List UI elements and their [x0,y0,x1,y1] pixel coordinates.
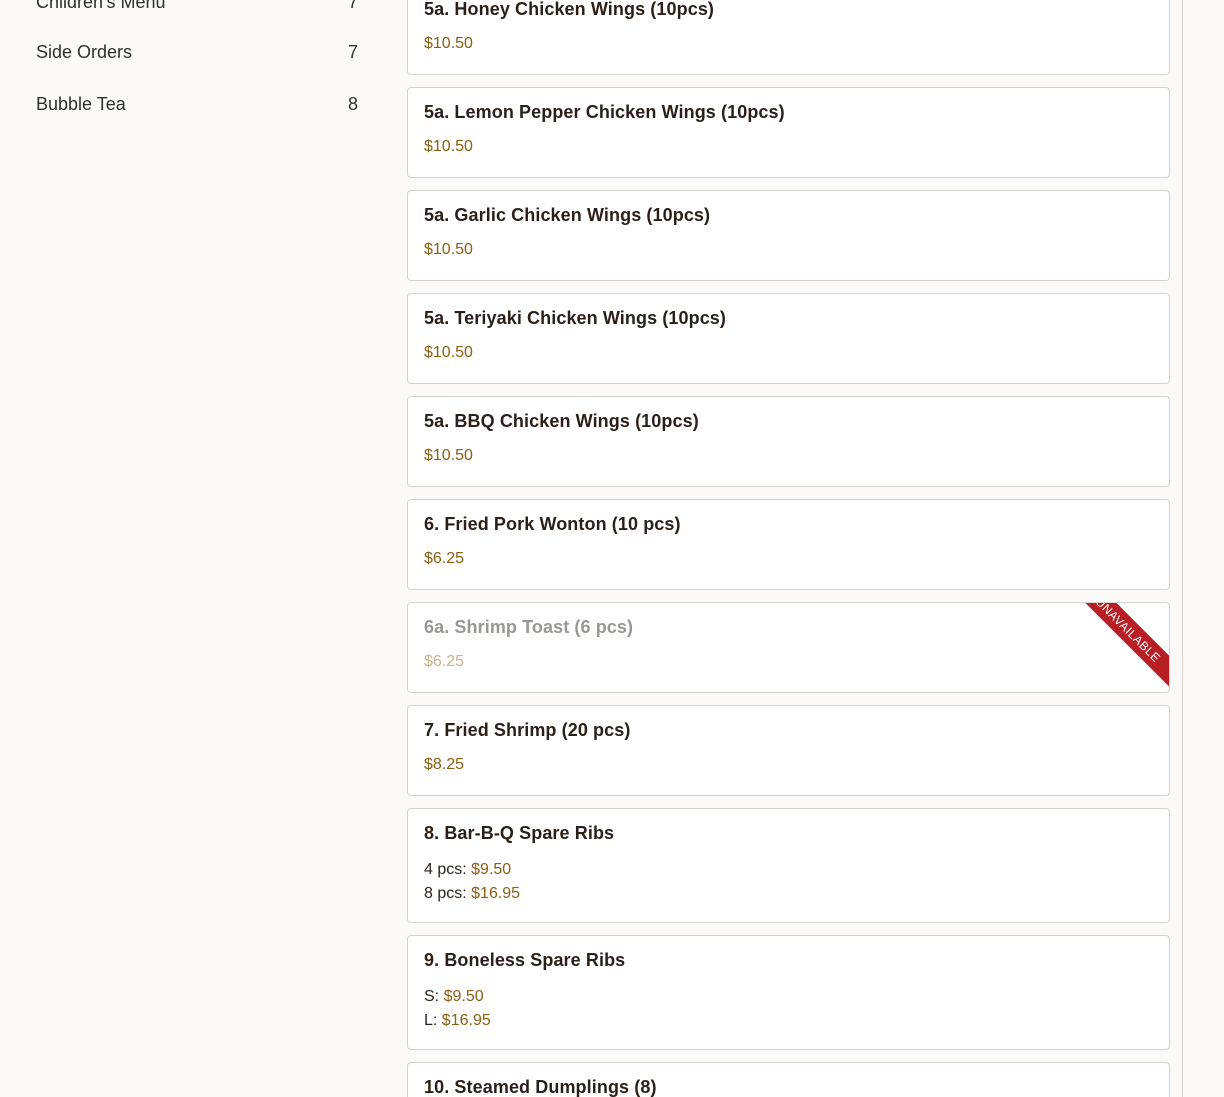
category-count: 7 [347,0,358,12]
option-label: 4 pcs: [424,861,467,878]
menu-item-card[interactable]: 8. Bar-B-Q Spare Ribs 4 pcs: $9.50 8 pcs… [407,808,1170,923]
option-label: S: [424,988,440,1005]
category-label: Children's Menu [36,0,166,12]
menu-item-card[interactable]: 5a. BBQ Chicken Wings (10pcs) $10.50 [407,396,1170,487]
menu-item-name: 6a. Shrimp Toast (6 pcs) [424,617,634,637]
category-label: Bubble Tea [36,93,126,114]
menu-item-card-unavailable[interactable]: 6a. Shrimp Toast (6 pcs) $6.25 UNAVAILAB… [407,602,1170,693]
menu-item-card[interactable]: 10. Steamed Dumplings (8) [407,1062,1170,1097]
menu-item-card[interactable]: 5a. Teriyaki Chicken Wings (10pcs) $10.5… [407,293,1170,384]
menu-item-name: 5a. Garlic Chicken Wings (10pcs) [424,205,711,225]
option-price: $9.50 [471,861,512,878]
option-price: $9.50 [443,988,484,1005]
menu-item-price: $10.50 [424,344,473,361]
category-bubble-tea[interactable]: Bubble Tea 8 [36,89,358,119]
category-side-orders[interactable]: Side Orders 7 [36,37,358,67]
category-label: Side Orders [36,41,133,62]
menu-item-option: L: $16.95 [424,1012,491,1030]
menu-item-price: $10.50 [424,241,473,258]
menu-item-price: $6.25 [424,653,465,670]
menu-item-card[interactable]: 7. Fried Shrimp (20 pcs) $8.25 [407,705,1170,796]
menu-item-name: 8. Bar-B-Q Spare Ribs [424,823,615,843]
unavailable-ribbon: UNAVAILABLE [1067,603,1169,691]
menu-item-name: 9. Boneless Spare Ribs [424,950,626,970]
menu-item-name: 5a. Honey Chicken Wings (10pcs) [424,0,715,19]
menu-item-name: 5a. Lemon Pepper Chicken Wings (10pcs) [424,102,785,122]
category-count: 8 [347,93,358,114]
content-divider [1182,0,1183,1097]
menu-item-price: $10.50 [424,447,473,464]
category-count: 7 [347,41,358,62]
menu-item-option: S: $9.50 [424,988,484,1006]
option-price: $16.95 [441,1012,491,1029]
category-childrens-menu[interactable]: Children's Menu 7 [36,0,358,17]
menu-item-card[interactable]: 5a. Garlic Chicken Wings (10pcs) $10.50 [407,190,1170,281]
menu-item-card[interactable]: 5a. Lemon Pepper Chicken Wings (10pcs) $… [407,87,1170,178]
menu-item-price: $10.50 [424,35,473,52]
option-price: $16.95 [471,885,521,902]
menu-item-name: 5a. BBQ Chicken Wings (10pcs) [424,411,699,431]
option-label: 8 pcs: [424,885,467,902]
menu-item-price: $6.25 [424,550,465,567]
menu-item-option: 4 pcs: $9.50 [424,861,511,879]
menu-item-option: 8 pcs: $16.95 [424,885,520,903]
menu-item-price: $10.50 [424,138,473,155]
menu-item-name: 6. Fried Pork Wonton (10 pcs) [424,514,681,534]
category-sidebar: Children's Menu 7 Side Orders 7 Bubble T… [0,0,380,1097]
menu-item-name: 10. Steamed Dumplings (8) [424,1077,657,1097]
menu-item-card[interactable]: 6. Fried Pork Wonton (10 pcs) $6.25 [407,499,1170,590]
menu-item-card[interactable]: 5a. Honey Chicken Wings (10pcs) $10.50 [407,0,1170,75]
menu-item-price: $8.25 [424,756,465,773]
menu-item-name: 5a. Teriyaki Chicken Wings (10pcs) [424,308,727,328]
page: Children's Menu 7 Side Orders 7 Bubble T… [0,0,1224,1097]
option-label: L: [424,1012,438,1029]
menu-item-name: 7. Fried Shrimp (20 pcs) [424,720,631,740]
menu-item-card[interactable]: 9. Boneless Spare Ribs S: $9.50 L: $16.9… [407,935,1170,1050]
